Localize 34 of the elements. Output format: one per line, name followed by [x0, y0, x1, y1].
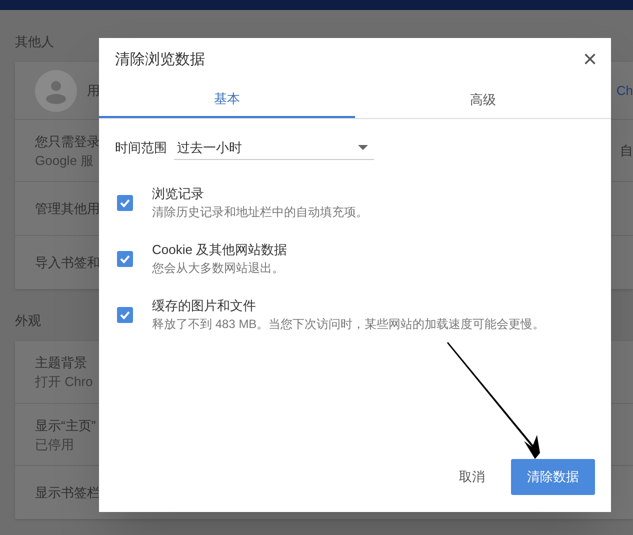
dialog-title: 清除浏览数据: [115, 50, 205, 70]
checkmark-icon: [119, 308, 131, 320]
row-subtitle: 打开 Chro: [35, 373, 93, 391]
cancel-button[interactable]: 取消: [445, 459, 499, 495]
field-label: 时间范围: [115, 139, 167, 158]
checkmark-icon: [119, 252, 131, 264]
caret-icon: [358, 145, 368, 150]
time-range-dropdown[interactable]: 过去一小时: [174, 136, 374, 160]
section-title: 外观: [15, 312, 41, 330]
option-title: 缓存的图片和文件: [152, 297, 257, 315]
tab[interactable]: 基本: [99, 82, 355, 118]
row-subtitle: 已停用: [35, 436, 75, 454]
row-title: 您只需登录: [35, 132, 100, 150]
section-title: 其他人: [15, 33, 54, 51]
row-title: 主题背景: [35, 354, 88, 372]
tab[interactable]: 高级: [355, 82, 611, 118]
row-title: 导入书签和: [35, 254, 100, 272]
row-title: 显示书签栏: [35, 484, 100, 502]
option-description: 清除历史记录和地址栏中的自动填充项。: [152, 204, 368, 221]
checkbox[interactable]: [117, 194, 133, 210]
option-description: 您会从大多数网站退出。: [152, 260, 285, 277]
close-button[interactable]: ×: [582, 48, 597, 72]
option-title: Cookie 及其他网站数据: [152, 241, 288, 259]
clear-data-button[interactable]: 清除数据: [511, 459, 595, 495]
row-text: 自: [620, 142, 633, 160]
row-title: 管理其他用: [35, 200, 100, 218]
avatar-icon: [35, 70, 77, 112]
option-description: 释放了不到 483 MB。当您下次访问时，某些网站的加载速度可能会更慢。: [152, 316, 545, 333]
checkbox[interactable]: [117, 250, 133, 266]
checkmark-icon: [119, 196, 131, 208]
option-title: 浏览记录: [152, 185, 205, 203]
checkbox[interactable]: [117, 306, 133, 322]
row-title: 显示“主页”: [35, 416, 96, 434]
profile-name: 用: [87, 82, 100, 100]
